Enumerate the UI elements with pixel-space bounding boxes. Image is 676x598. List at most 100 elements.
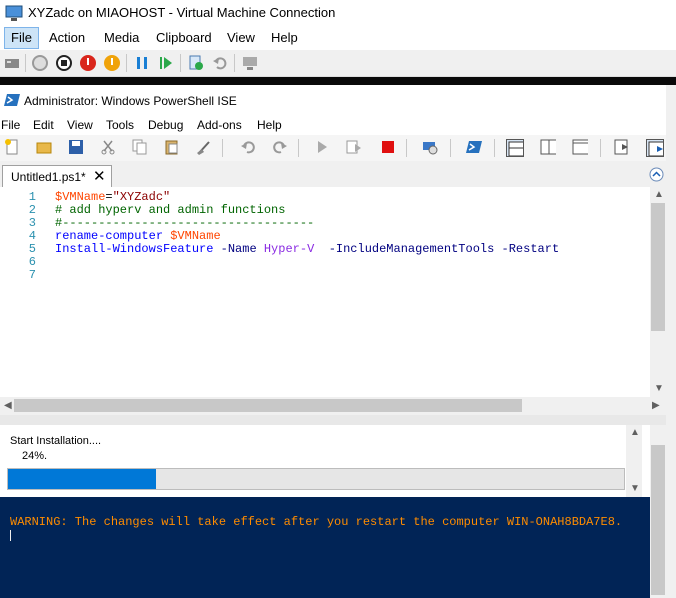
vm-menu-clipboard[interactable]: Clipboard — [150, 28, 218, 48]
revert-icon[interactable] — [212, 55, 228, 71]
start-icon[interactable] — [32, 55, 48, 71]
save-icon[interactable] — [68, 139, 84, 155]
line-number: 1 — [28, 190, 36, 204]
tab-untitled1[interactable]: Untitled1.ps1* ✕ — [2, 165, 112, 188]
window-edge — [666, 85, 676, 598]
vm-toolbar — [0, 50, 676, 77]
vm-menu-view[interactable]: View — [221, 28, 261, 48]
progress-bar-fill — [8, 469, 156, 489]
ctrl-alt-del-icon[interactable] — [4, 55, 20, 71]
progress-scrollbar[interactable]: ▲ ▼ — [626, 425, 642, 497]
toolbar-separator — [126, 54, 127, 72]
console-cursor — [10, 530, 11, 541]
line-number: 7 — [28, 268, 36, 282]
run-script-icon[interactable] — [314, 139, 330, 155]
scrollbar-thumb[interactable] — [651, 445, 665, 595]
vm-menu-media[interactable]: Media — [98, 28, 145, 48]
line-number: 6 — [28, 255, 36, 269]
toolbar-separator — [298, 139, 299, 157]
vm-monitor-icon — [5, 5, 23, 21]
script-tab-strip: Untitled1.ps1* ✕ — [0, 161, 676, 188]
code-line-4: rename-computer $VMName — [55, 229, 221, 243]
ise-title-bar: Administrator: Windows PowerShell ISE — [0, 85, 676, 115]
token-variable: $VMName — [55, 190, 106, 204]
paste-icon[interactable] — [164, 139, 180, 155]
token-argument: Hyper-V — [263, 242, 315, 256]
code-line-3: #----------------------------------- — [55, 216, 315, 230]
scroll-up-icon[interactable]: ▲ — [654, 189, 664, 200]
scroll-left-icon[interactable]: ◀ — [4, 400, 12, 411]
ise-menu-tools[interactable]: Tools — [106, 118, 134, 132]
code-line-5: Install-WindowsFeature -Name Hyper-V -In… — [55, 242, 559, 256]
turn-off-icon[interactable] — [56, 55, 72, 71]
save-state-icon[interactable] — [104, 55, 120, 71]
run-selection-icon[interactable] — [346, 139, 362, 155]
code-line-2: # add hyperv and admin functions — [55, 203, 286, 217]
scroll-down-icon[interactable]: ▼ — [654, 383, 664, 394]
new-script-icon[interactable] — [4, 139, 20, 155]
show-command-window-icon[interactable] — [614, 139, 630, 155]
vm-title-bar: XYZadc on MIAOHOST - Virtual Machine Con… — [0, 0, 676, 26]
ise-menu-view[interactable]: View — [67, 118, 93, 132]
scroll-right-icon[interactable]: ▶ — [652, 400, 660, 411]
ise-menu-file[interactable]: File — [1, 118, 20, 132]
toolbar-separator — [450, 139, 451, 157]
token-command: Install-WindowsFeature — [55, 242, 214, 256]
show-command-addon-icon[interactable] — [646, 139, 664, 157]
line-number: 5 — [28, 242, 36, 256]
token-parameter: -IncludeManagementTools — [328, 242, 495, 256]
tab-label: Untitled1.ps1* — [11, 170, 86, 184]
progress-percent: 24%. — [22, 450, 48, 462]
vm-window-title: XYZadc on MIAOHOST - Virtual Machine Con… — [28, 5, 336, 20]
editor-vertical-scrollbar[interactable]: ▲ ▼ — [650, 187, 666, 397]
token-command: rename-computer — [55, 229, 164, 243]
line-number: 4 — [28, 229, 36, 243]
vm-menu-action[interactable]: Action — [43, 28, 91, 48]
shut-down-icon[interactable] — [80, 55, 96, 71]
stop-icon[interactable] — [380, 139, 396, 155]
token-string: "XYZadc" — [112, 190, 171, 204]
console-vertical-scrollbar[interactable] — [650, 425, 666, 598]
show-script-maximized-icon[interactable] — [572, 139, 588, 155]
scroll-up-icon[interactable]: ▲ — [630, 427, 640, 438]
cut-icon[interactable] — [100, 139, 116, 155]
token-parameter: -Restart — [501, 242, 560, 256]
resume-icon[interactable] — [158, 55, 174, 71]
start-powershell-icon[interactable] — [466, 139, 482, 155]
enhanced-session-icon[interactable] — [242, 55, 258, 71]
vm-menu-help[interactable]: Help — [265, 28, 304, 48]
line-number: 3 — [28, 216, 36, 230]
progress-bar — [7, 468, 625, 490]
pane-splitter[interactable] — [0, 415, 666, 425]
tab-close-icon[interactable]: ✕ — [93, 167, 106, 185]
clear-console-icon[interactable] — [196, 139, 212, 155]
scrollbar-thumb[interactable] — [651, 203, 665, 331]
remote-powershell-icon[interactable] — [422, 139, 438, 155]
ise-menu-help[interactable]: Help — [257, 118, 282, 132]
undo-icon[interactable] — [240, 139, 256, 155]
token-parameter: -Name — [220, 242, 257, 256]
vm-menu-file[interactable]: File — [4, 27, 39, 49]
ise-menu-debug[interactable]: Debug — [148, 118, 183, 132]
redo-icon[interactable] — [272, 139, 288, 155]
console-pane[interactable]: WARNING: The changes will take effect af… — [0, 497, 650, 598]
editor-horizontal-scrollbar[interactable]: ◀ ▶ — [0, 397, 666, 415]
show-script-top-icon[interactable] — [506, 139, 524, 157]
toolbar-separator — [180, 54, 181, 72]
show-script-right-icon[interactable] — [540, 139, 556, 155]
ise-menu-addons[interactable]: Add-ons — [197, 118, 242, 132]
scroll-down-icon[interactable]: ▼ — [630, 483, 640, 494]
vm-menubar: File Action Media Clipboard View Help — [0, 26, 676, 50]
token-operator: = — [105, 190, 113, 204]
pause-icon[interactable] — [134, 55, 150, 71]
progress-title: Start Installation.... — [10, 435, 102, 447]
copy-icon[interactable] — [132, 139, 148, 155]
ise-toolbar — [0, 135, 676, 162]
checkpoint-icon[interactable] — [188, 55, 204, 71]
scrollbar-thumb[interactable] — [14, 399, 522, 412]
ise-window-title: Administrator: Windows PowerShell ISE — [24, 94, 237, 108]
ise-menu-edit[interactable]: Edit — [33, 118, 54, 132]
script-editor[interactable]: 1 2 3 4 5 6 7 $VMName="XYZadc" # add hyp… — [0, 187, 650, 397]
collapse-script-pane-icon[interactable] — [649, 167, 664, 182]
open-folder-icon[interactable] — [36, 139, 52, 155]
